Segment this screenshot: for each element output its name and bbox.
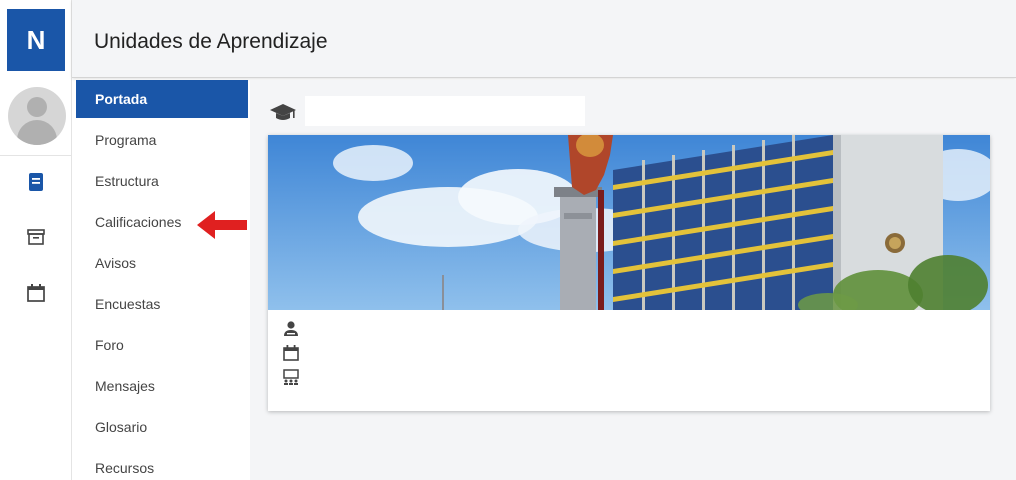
- rail-divider: [0, 155, 72, 156]
- course-banner-image: [268, 135, 990, 310]
- graduation-cap-icon: [270, 102, 296, 122]
- classroom-icon: [282, 368, 300, 386]
- book-icon[interactable]: [26, 172, 46, 192]
- course-title-box: [305, 96, 585, 126]
- app-window: N Unidades de Aprendizaje Portada Progra…: [0, 0, 1016, 480]
- menu-item-mensajes[interactable]: Mensajes: [76, 367, 248, 405]
- left-rail: N: [0, 0, 72, 480]
- calendar-icon[interactable]: [26, 283, 46, 303]
- top-header: Unidades de Aprendizaje: [72, 0, 1016, 78]
- menu-item-estructura[interactable]: Estructura: [76, 162, 248, 200]
- menu-item-portada[interactable]: Portada: [76, 80, 248, 118]
- avatar-body: [17, 120, 57, 145]
- teacher-icon: [282, 320, 300, 338]
- calendar-icon: [282, 344, 300, 362]
- menu-item-avisos[interactable]: Avisos: [76, 244, 248, 282]
- menu-item-programa[interactable]: Programa: [76, 121, 248, 159]
- menu-item-encuestas[interactable]: Encuestas: [76, 285, 248, 323]
- menu-item-recursos[interactable]: Recursos: [76, 449, 248, 480]
- course-card[interactable]: [268, 135, 990, 411]
- highlight-arrow-icon: [197, 210, 247, 240]
- user-avatar[interactable]: [8, 87, 66, 145]
- avatar-head: [27, 97, 47, 117]
- course-menu: Portada Programa Estructura Calificacion…: [76, 80, 248, 480]
- page-title: Unidades de Aprendizaje: [94, 30, 328, 53]
- app-logo[interactable]: N: [7, 9, 65, 71]
- menu-item-glosario[interactable]: Glosario: [76, 408, 248, 446]
- archive-icon[interactable]: [26, 227, 46, 247]
- menu-item-foro[interactable]: Foro: [76, 326, 248, 364]
